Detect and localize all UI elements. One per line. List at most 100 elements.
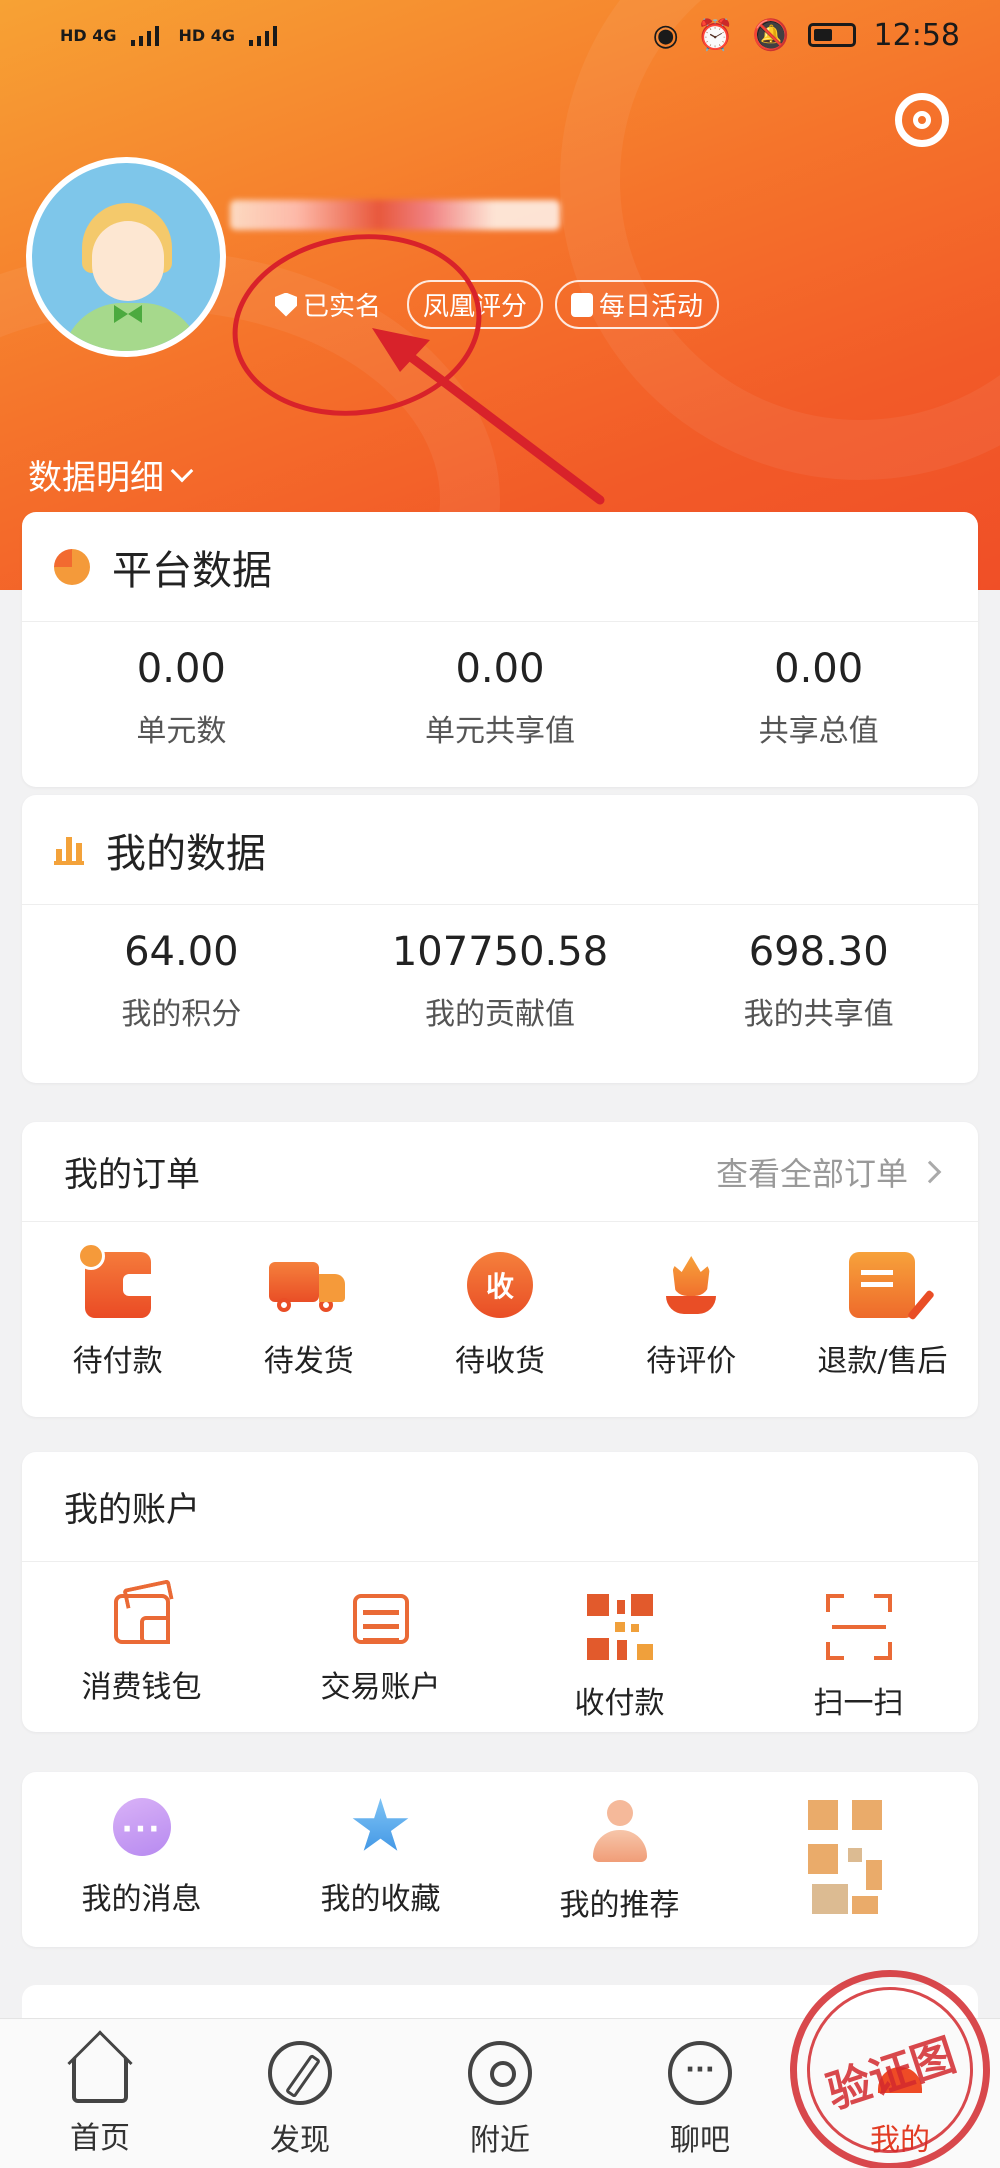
order-pending-payment[interactable]: 待付款 bbox=[22, 1242, 213, 1380]
stat-label: 单元数 bbox=[136, 714, 227, 749]
account-item-label: 收付款 bbox=[574, 1686, 665, 1721]
tool-item-label: 我的消息 bbox=[81, 1882, 202, 1917]
chat-icon bbox=[668, 2041, 732, 2105]
consumer-wallet[interactable]: 消费钱包 bbox=[22, 1594, 261, 1722]
note-edit-icon bbox=[849, 1252, 916, 1318]
person-icon bbox=[587, 1798, 653, 1862]
view-all-orders-link[interactable]: 查看全部订单 bbox=[715, 1149, 942, 1195]
my-messages[interactable]: 我的消息 bbox=[22, 1798, 261, 1924]
account-item-label: 交易账户 bbox=[320, 1670, 441, 1705]
qr-code-icon[interactable] bbox=[808, 1800, 888, 1920]
view-all-orders-label: 查看全部订单 bbox=[715, 1154, 908, 1193]
eye-icon: ◉ bbox=[652, 17, 679, 53]
orders-header: 我的订单 查看全部订单 bbox=[22, 1122, 978, 1222]
signal-icon bbox=[130, 24, 165, 46]
home-icon bbox=[72, 2055, 128, 2103]
stat-value: 107750.58 bbox=[391, 929, 609, 975]
settings-gear-icon[interactable] bbox=[895, 93, 949, 147]
my-data-card: 我的数据 64.00 我的积分 107750.58 我的贡献值 698.30 我… bbox=[22, 795, 978, 1083]
stat-my-points[interactable]: 64.00 我的积分 bbox=[22, 905, 341, 1033]
signal-icon bbox=[249, 24, 283, 46]
status-bar: HD 4G HD 4G ◉ ⏰ 🔕 12:58 bbox=[0, 0, 1000, 70]
stat-label: 我的积分 bbox=[121, 997, 242, 1032]
truck-icon bbox=[268, 1252, 349, 1318]
nav-home[interactable]: 首页 bbox=[0, 2019, 200, 2168]
order-item-label: 待发货 bbox=[263, 1344, 354, 1379]
stat-value: 0.00 bbox=[136, 646, 226, 692]
receive-payment[interactable]: 收付款 bbox=[500, 1594, 739, 1722]
order-item-label: 待收货 bbox=[455, 1344, 545, 1379]
my-data-header: 我的数据 bbox=[22, 795, 978, 905]
stat-label: 单元共享值 bbox=[425, 714, 575, 749]
mute-icon: 🔕 bbox=[752, 17, 790, 53]
stat-label: 共享总值 bbox=[758, 714, 879, 749]
orders-title: 我的订单 bbox=[64, 1155, 200, 1195]
my-referrals[interactable]: 我的推荐 bbox=[500, 1798, 739, 1924]
stat-total-share: 0.00 共享总值 bbox=[659, 622, 978, 750]
platform-data-card: 平台数据 0.00 单元数 0.00 单元共享值 0.00 共享总值 bbox=[22, 512, 978, 787]
order-item-label: 待评价 bbox=[646, 1344, 737, 1379]
account-item-label: 消费钱包 bbox=[81, 1670, 202, 1705]
qr-code-icon bbox=[586, 1594, 653, 1660]
pie-chart-icon bbox=[54, 548, 90, 585]
orders-card: 我的订单 查看全部订单 待付款 待发货 收 待收货 待评价 退款/售后 bbox=[22, 1122, 978, 1417]
stat-my-contribution[interactable]: 107750.58 我的贡献值 bbox=[341, 905, 660, 1033]
order-refund[interactable]: 退款/售后 bbox=[787, 1252, 978, 1380]
card-icon bbox=[352, 1594, 409, 1644]
bar-chart-icon bbox=[54, 835, 84, 865]
stat-unit-count: 0.00 单元数 bbox=[22, 622, 341, 750]
receive-icon: 收 bbox=[467, 1252, 533, 1318]
order-item-label: 退款/售后 bbox=[817, 1344, 948, 1379]
stat-value: 0.00 bbox=[455, 646, 545, 692]
network-indicator-1: HD 4G bbox=[60, 25, 117, 45]
nav-chat[interactable]: 聊吧 bbox=[600, 2019, 800, 2168]
stat-value: 0.00 bbox=[774, 646, 864, 692]
platform-data-header: 平台数据 bbox=[22, 512, 978, 622]
my-favorites[interactable]: 我的收藏 bbox=[261, 1798, 500, 1924]
calendar-icon bbox=[571, 292, 594, 317]
nav-label: 聊吧 bbox=[670, 2123, 730, 2158]
scan[interactable]: 扫一扫 bbox=[739, 1594, 978, 1722]
battery-icon bbox=[807, 23, 856, 47]
nav-label: 首页 bbox=[70, 2121, 130, 2156]
nav-label: 附近 bbox=[470, 2123, 530, 2158]
daily-activity-badge[interactable]: 每日活动 bbox=[555, 280, 720, 329]
order-item-label: 待付款 bbox=[72, 1344, 163, 1379]
order-pending-shipment[interactable]: 待发货 bbox=[213, 1252, 404, 1380]
flower-icon bbox=[658, 1252, 724, 1318]
wallet-icon bbox=[76, 1242, 151, 1318]
nav-label: 发现 bbox=[270, 2123, 330, 2158]
wallet-icon bbox=[113, 1594, 170, 1644]
star-icon bbox=[352, 1798, 409, 1851]
account-header: 我的账户 bbox=[22, 1452, 978, 1562]
network-indicator-2: HD 4G bbox=[178, 25, 236, 45]
order-pending-receipt[interactable]: 收 待收货 bbox=[404, 1252, 595, 1380]
stat-unit-share: 0.00 单元共享值 bbox=[341, 622, 660, 750]
account-item-label: 扫一扫 bbox=[813, 1686, 904, 1721]
message-icon bbox=[112, 1798, 171, 1856]
chevron-down-icon bbox=[170, 459, 194, 482]
location-icon bbox=[468, 2041, 532, 2105]
stamp-text: 验证图 bbox=[820, 2029, 963, 2119]
my-data-title: 我的数据 bbox=[106, 830, 266, 877]
stat-label: 我的贡献值 bbox=[425, 997, 575, 1032]
username-blurred bbox=[230, 200, 560, 230]
avatar[interactable] bbox=[26, 157, 226, 357]
nav-nearby[interactable]: 附近 bbox=[400, 2019, 600, 2168]
nav-discover[interactable]: 发现 bbox=[200, 2019, 400, 2168]
order-pending-review[interactable]: 待评价 bbox=[596, 1252, 787, 1380]
trading-account[interactable]: 交易账户 bbox=[261, 1594, 500, 1722]
stat-my-share[interactable]: 698.30 我的共享值 bbox=[659, 905, 978, 1033]
daily-activity-label: 每日活动 bbox=[599, 292, 704, 322]
platform-data-title: 平台数据 bbox=[112, 547, 272, 594]
clock-time: 12:58 bbox=[873, 17, 960, 53]
account-title: 我的账户 bbox=[64, 1490, 200, 1530]
account-card: 我的账户 消费钱包 交易账户 收付款 扫一扫 bbox=[22, 1452, 978, 1732]
tool-item-label: 我的收藏 bbox=[320, 1882, 441, 1917]
tool-item-label: 我的推荐 bbox=[559, 1888, 680, 1923]
scan-icon bbox=[825, 1594, 892, 1660]
stat-value: 64.00 bbox=[124, 929, 239, 975]
chevron-right-icon bbox=[918, 1160, 942, 1183]
compass-icon bbox=[268, 2041, 332, 2105]
data-detail-toggle[interactable]: 数据明细 bbox=[28, 450, 194, 499]
